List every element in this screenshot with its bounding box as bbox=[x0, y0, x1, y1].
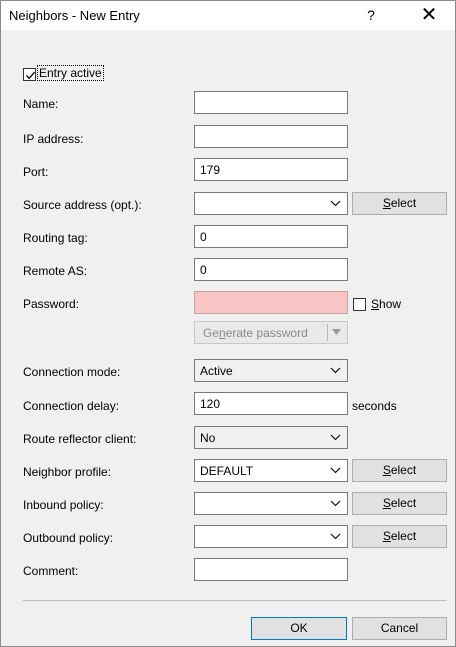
comment-label: Comment: bbox=[23, 564, 79, 578]
route-reflector-label: Route reflector client: bbox=[23, 432, 137, 446]
ip-address-label: IP address: bbox=[23, 132, 84, 146]
divider bbox=[23, 600, 447, 601]
select-label-rest: elect bbox=[390, 196, 417, 210]
entry-active-checkbox[interactable] bbox=[23, 68, 36, 81]
chevron-down-icon bbox=[330, 434, 341, 441]
neighbor-profile-label: Neighbor profile: bbox=[23, 465, 112, 479]
cancel-button[interactable]: Cancel bbox=[352, 617, 447, 640]
chevron-down-icon bbox=[330, 200, 341, 207]
show-mnemonic: S bbox=[371, 297, 380, 311]
port-label: Port: bbox=[23, 165, 49, 179]
split-divider bbox=[327, 324, 328, 341]
ip-address-input[interactable] bbox=[194, 125, 348, 148]
connection-delay-input[interactable]: 120 bbox=[194, 392, 348, 415]
outbound-policy-select-button[interactable]: Select bbox=[352, 525, 447, 548]
ok-button[interactable]: OK bbox=[251, 617, 347, 640]
neighbor-profile-select-button[interactable]: Select bbox=[352, 459, 447, 482]
routing-tag-label: Routing tag: bbox=[23, 231, 88, 245]
password-input[interactable] bbox=[194, 291, 348, 314]
close-button[interactable]: ✕ bbox=[409, 3, 449, 28]
neighbor-profile-value: DEFAULT bbox=[200, 464, 254, 478]
connection-mode-value: Active bbox=[200, 364, 233, 378]
connection-mode-label: Connection mode: bbox=[23, 365, 121, 379]
chevron-down-icon bbox=[330, 500, 341, 507]
comment-input[interactable] bbox=[194, 558, 348, 581]
chevron-down-icon bbox=[330, 367, 341, 374]
name-label: Name: bbox=[23, 97, 59, 111]
inbound-policy-select[interactable] bbox=[194, 492, 348, 515]
show-password-label: Show bbox=[371, 297, 401, 311]
inbound-policy-select-button[interactable]: Select bbox=[352, 492, 447, 515]
generate-password-button: Generate password bbox=[194, 321, 348, 344]
entry-active-label[interactable]: Entry active bbox=[37, 65, 104, 81]
remote-as-label: Remote AS: bbox=[23, 264, 88, 278]
route-reflector-value: No bbox=[200, 431, 216, 445]
select-mnemonic: S bbox=[382, 196, 391, 210]
neighbor-profile-select[interactable]: DEFAULT bbox=[194, 459, 348, 482]
generate-password-label: Generate password bbox=[203, 326, 308, 340]
help-button[interactable]: ? bbox=[353, 3, 389, 28]
password-label: Password: bbox=[23, 297, 80, 311]
window-title: Neighbors - New Entry bbox=[9, 8, 140, 23]
source-address-select-button[interactable]: Select bbox=[352, 192, 447, 215]
title-bar: Neighbors - New Entry ? ✕ bbox=[1, 1, 455, 30]
checkmark-icon bbox=[26, 71, 35, 80]
route-reflector-select[interactable]: No bbox=[194, 426, 348, 449]
routing-tag-input[interactable]: 0 bbox=[194, 225, 348, 248]
outbound-policy-select[interactable] bbox=[194, 525, 348, 548]
connection-delay-label: Connection delay: bbox=[23, 399, 120, 413]
name-input[interactable] bbox=[194, 91, 348, 114]
show-password-checkbox[interactable] bbox=[353, 298, 366, 311]
inbound-policy-label: Inbound policy: bbox=[23, 498, 104, 512]
source-address-label: Source address (opt.): bbox=[23, 198, 142, 212]
show-rest: how bbox=[379, 297, 402, 311]
remote-as-input[interactable]: 0 bbox=[194, 258, 348, 281]
dropdown-arrow-icon bbox=[332, 329, 341, 335]
source-address-select[interactable] bbox=[194, 192, 348, 215]
outbound-policy-label: Outbound policy: bbox=[23, 531, 114, 545]
connection-delay-unit: seconds bbox=[352, 399, 397, 413]
connection-mode-select[interactable]: Active bbox=[194, 359, 348, 382]
dialog-window: Neighbors - New Entry ? ✕ Entry active N… bbox=[0, 0, 456, 647]
chevron-down-icon bbox=[330, 467, 341, 474]
port-input[interactable]: 179 bbox=[194, 158, 348, 181]
chevron-down-icon bbox=[330, 533, 341, 540]
